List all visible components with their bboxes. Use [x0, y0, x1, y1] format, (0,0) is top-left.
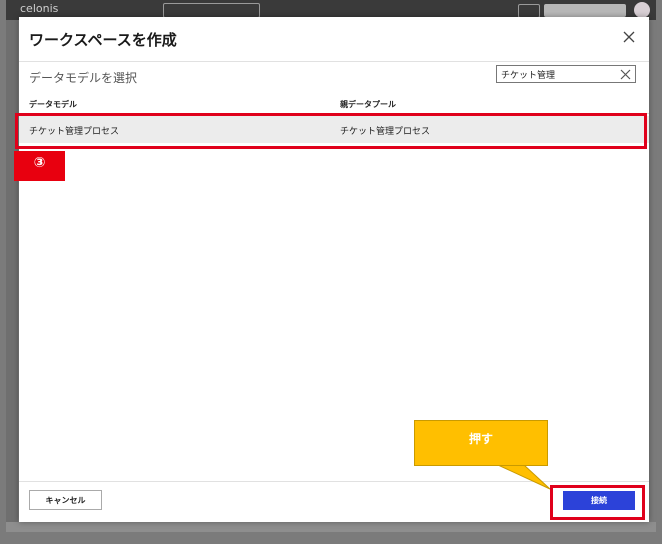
footer-divider — [19, 481, 649, 482]
avatar — [634, 2, 650, 18]
app-search-field — [163, 3, 260, 18]
column-header-data-model: データモデル — [29, 100, 77, 109]
app-header-action — [544, 4, 626, 17]
close-icon — [623, 31, 635, 43]
create-workspace-dialog: ワークスペースを作成 データモデルを選択 データモデル 親データプール チケット… — [19, 17, 649, 522]
app-sidebar — [6, 20, 18, 525]
table-header: データモデル 親データプール — [19, 95, 649, 114]
press-callout: 押す — [414, 420, 548, 466]
callout-pointer — [497, 465, 551, 490]
column-header-data-pool: 親データプール — [340, 100, 396, 109]
close-icon — [620, 69, 631, 80]
highlight-button-annotation — [550, 485, 645, 520]
close-button[interactable] — [619, 27, 639, 47]
dialog-title: ワークスペースを作成 — [29, 31, 177, 49]
section-label: データモデルを選択 — [29, 71, 138, 85]
step-number-badge: ③ — [14, 151, 65, 181]
app-footer — [6, 522, 656, 532]
search-field — [496, 65, 636, 83]
app-logo: celonis — [20, 2, 59, 15]
search-input[interactable] — [499, 67, 615, 81]
highlight-row-annotation — [15, 113, 647, 149]
header-divider — [19, 61, 649, 62]
clear-search-button[interactable] — [619, 68, 632, 81]
cancel-button[interactable]: キャンセル — [29, 490, 102, 510]
app-header-button — [518, 4, 540, 18]
